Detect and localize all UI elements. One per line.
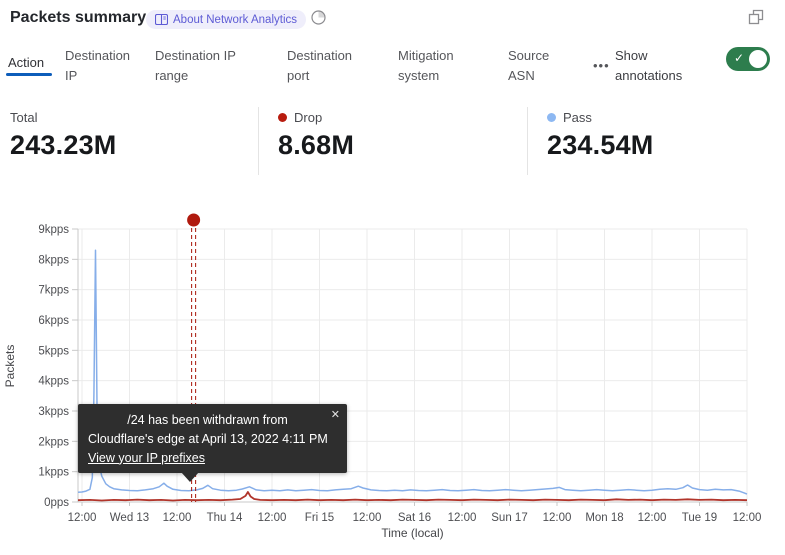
svg-text:3kpps: 3kpps bbox=[38, 406, 69, 418]
svg-text:12:00: 12:00 bbox=[163, 512, 192, 524]
svg-text:1kpps: 1kpps bbox=[38, 467, 69, 479]
close-icon[interactable]: ✕ bbox=[331, 407, 340, 424]
svg-text:12:00: 12:00 bbox=[68, 512, 97, 524]
svg-text:Sun 17: Sun 17 bbox=[491, 512, 527, 524]
annotation-tooltip: ✕ /24 has been withdrawn from Cloudflare… bbox=[78, 404, 347, 473]
svg-text:Sat 16: Sat 16 bbox=[398, 512, 431, 524]
svg-text:Fri 15: Fri 15 bbox=[305, 512, 334, 524]
svg-text:12:00: 12:00 bbox=[353, 512, 382, 524]
view-ip-prefixes-link[interactable]: View your IP prefixes bbox=[88, 449, 205, 468]
annotation-text-line1: /24 has been withdrawn from bbox=[88, 411, 337, 430]
svg-text:4kpps: 4kpps bbox=[38, 376, 69, 388]
svg-text:5kpps: 5kpps bbox=[38, 345, 69, 357]
tooltip-caret bbox=[181, 472, 199, 482]
drop-line bbox=[78, 492, 747, 501]
svg-text:Tue 19: Tue 19 bbox=[682, 512, 717, 524]
annotation-dot[interactable] bbox=[187, 214, 200, 227]
svg-text:6kpps: 6kpps bbox=[38, 315, 69, 327]
svg-text:2kpps: 2kpps bbox=[38, 436, 69, 448]
annotation-text-line2: Cloudflare's edge at April 13, 2022 4:11… bbox=[88, 430, 337, 449]
svg-text:7kpps: 7kpps bbox=[38, 285, 69, 297]
svg-text:12:00: 12:00 bbox=[258, 512, 287, 524]
svg-text:Mon 18: Mon 18 bbox=[585, 512, 623, 524]
svg-text:12:00: 12:00 bbox=[543, 512, 572, 524]
svg-text:Wed 13: Wed 13 bbox=[110, 512, 149, 524]
y-axis-title: Packets bbox=[3, 345, 17, 388]
svg-text:8kpps: 8kpps bbox=[38, 254, 69, 266]
svg-text:Thu 14: Thu 14 bbox=[207, 512, 243, 524]
svg-text:12:00: 12:00 bbox=[448, 512, 477, 524]
x-axis-title: Time (local) bbox=[381, 526, 443, 540]
svg-text:9kpps: 9kpps bbox=[38, 224, 69, 236]
svg-text:12:00: 12:00 bbox=[638, 512, 667, 524]
packets-summary-panel: Packets summary About Network Analytics … bbox=[0, 0, 785, 555]
svg-text:0pps: 0pps bbox=[44, 497, 69, 509]
svg-text:12:00: 12:00 bbox=[733, 512, 762, 524]
